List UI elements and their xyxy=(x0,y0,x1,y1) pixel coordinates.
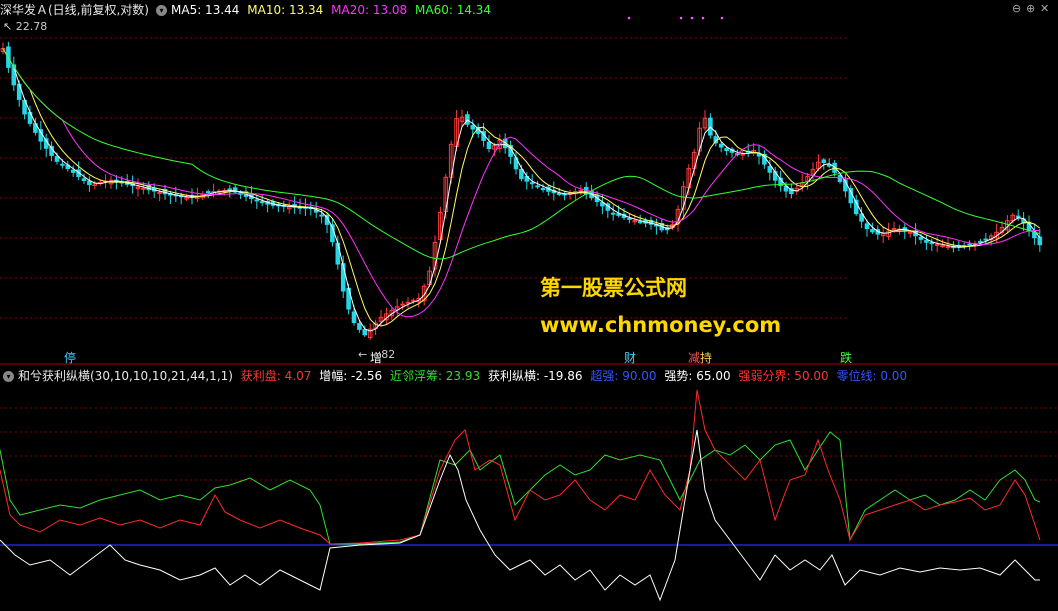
event-marker-fall[interactable]: 跌 xyxy=(838,351,854,365)
candle-down xyxy=(259,201,265,204)
chart-area xyxy=(0,16,1058,602)
ind-readout-float: 近邻浮筹: 23.93 xyxy=(389,369,481,383)
candle-down xyxy=(821,159,827,164)
ind-readout-change: 增幅: -2.56 xyxy=(319,369,383,383)
candle-down xyxy=(254,199,260,202)
candle-down xyxy=(1037,236,1043,246)
event-marker-reduce[interactable]: 减持 xyxy=(686,351,714,365)
ma20-readout: MA20: 13.08 xyxy=(331,3,408,17)
candle-down xyxy=(227,188,233,191)
candle-down xyxy=(924,240,929,243)
indicator-settings-icon[interactable]: ▾ xyxy=(3,371,14,382)
candle-up xyxy=(740,153,746,156)
close-icon[interactable]: ✕ xyxy=(1040,2,1049,15)
indicator-header: ▾ 和兮获利纵横(30,10,10,10,21,44,1,1) 获利盘: 4.07… xyxy=(0,367,911,385)
candle-down xyxy=(637,221,643,224)
candle-down xyxy=(870,229,875,233)
ind-readout-super: 超强: 90.00 xyxy=(590,369,657,383)
indicator-title: 和兮获利纵横(30,10,10,10,21,44,1,1) xyxy=(18,369,233,383)
high-price-label: ↖ 22.78 xyxy=(3,20,48,33)
ma10-line xyxy=(2,48,1041,327)
candle-down xyxy=(837,174,843,183)
candle-down xyxy=(1015,215,1021,218)
event-marker-finance[interactable]: 财 xyxy=(622,351,638,365)
ma60-readout: MA60: 14.34 xyxy=(415,3,492,17)
candle-down xyxy=(767,166,773,173)
candle-up xyxy=(400,303,405,306)
candle-down xyxy=(60,163,65,166)
stock-title: 深华发Ａ(日线,前复权,对数) xyxy=(0,3,149,17)
candle-down xyxy=(351,311,357,323)
candle-down xyxy=(519,168,524,180)
marker-dot xyxy=(720,16,724,20)
expand-icon[interactable]: ⊕ xyxy=(1026,2,1035,15)
candle-down xyxy=(983,238,989,241)
candle-up xyxy=(411,299,416,302)
candle-down xyxy=(529,182,535,185)
candle-down xyxy=(81,178,87,182)
candle-down xyxy=(486,141,492,149)
ma10-readout: MA10: 13.34 xyxy=(247,3,324,17)
settings-icon[interactable]: ▾ xyxy=(156,5,167,16)
candle-down xyxy=(540,188,546,191)
candle-up xyxy=(940,245,945,248)
candle-up xyxy=(157,191,162,194)
candle-down xyxy=(470,125,476,130)
ind-readout-span: 获利纵横: -19.86 xyxy=(487,369,583,383)
candle-down xyxy=(335,242,341,265)
marker-dot xyxy=(690,16,694,20)
profit-line xyxy=(0,389,1041,545)
price-chart-header: 深华发Ａ(日线,前复权,对数) ▾ MA5: 13.44 MA10: 13.34 M… xyxy=(0,1,495,19)
candle-down xyxy=(864,223,870,230)
ma20-line xyxy=(2,48,1040,318)
marker-dot xyxy=(679,16,683,20)
ind-readout-profit: 获利盘: 4.07 xyxy=(240,369,312,383)
candle-up xyxy=(141,187,146,190)
candle-down xyxy=(362,329,368,336)
candle-down xyxy=(340,263,346,292)
candle-up xyxy=(405,301,411,304)
candle-up xyxy=(945,246,951,249)
candle-down xyxy=(627,217,632,220)
candle-down xyxy=(319,214,324,217)
candle-down xyxy=(535,185,540,188)
ind-readout-zero: 零位线: 0.00 xyxy=(836,369,908,383)
candle-down xyxy=(205,191,211,194)
candle-down xyxy=(978,240,983,243)
candle-down xyxy=(929,242,935,245)
marker-dot xyxy=(701,16,705,20)
ind-readout-divide: 强弱分界: 50.00 xyxy=(738,369,829,383)
candle-down xyxy=(54,155,60,162)
candle-up xyxy=(891,227,897,230)
ma5-readout: MA5: 13.44 xyxy=(171,3,240,17)
ma5-line xyxy=(2,48,1041,332)
zoom-icon[interactable]: ⊖ xyxy=(1012,2,1021,15)
candle-down xyxy=(610,212,616,215)
candle-up xyxy=(934,243,940,246)
candle-down xyxy=(918,236,924,240)
float-chips-line xyxy=(0,431,1041,545)
candle-down xyxy=(718,143,724,148)
ind-readout-strong: 强势: 65.00 xyxy=(664,369,731,383)
candle-down xyxy=(556,192,562,195)
candle-down xyxy=(724,148,729,152)
marker-dot xyxy=(627,16,631,20)
candle-down xyxy=(70,169,76,173)
candle-down xyxy=(967,243,972,246)
watermark-url: www.chnmoney.com xyxy=(540,313,782,337)
event-marker-halt[interactable]: 停 xyxy=(62,351,78,365)
candle-down xyxy=(357,323,362,330)
watermark-title: 第一股票公式网 xyxy=(540,276,687,300)
event-marker-increase[interactable]: 增 xyxy=(368,351,384,365)
